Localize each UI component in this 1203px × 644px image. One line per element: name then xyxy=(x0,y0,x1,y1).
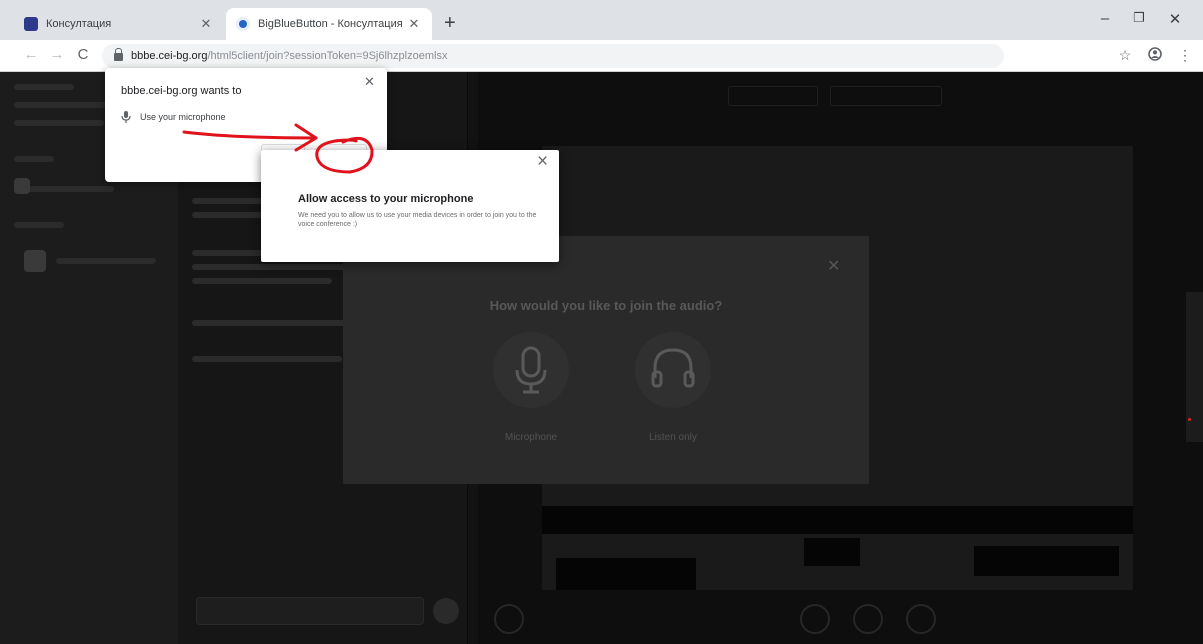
tab-close-icon[interactable]: ✕ xyxy=(406,16,422,32)
recording-indicator[interactable] xyxy=(728,86,818,106)
avatar[interactable] xyxy=(24,250,46,272)
site-favicon-icon xyxy=(24,17,38,31)
maximize-button[interactable]: ❐ xyxy=(1129,10,1149,26)
microphone-icon xyxy=(515,346,547,394)
close-icon[interactable]: × xyxy=(537,151,548,173)
permission-prompt-title: bbbe.cei-bg.org wants to xyxy=(121,85,242,97)
chat-message-input[interactable] xyxy=(196,597,424,625)
forward-arrow-icon[interactable]: → xyxy=(48,46,66,63)
listen-only-option-button[interactable] xyxy=(635,332,711,408)
bookmark-star-icon[interactable]: ☆ xyxy=(1116,47,1134,64)
status-dot xyxy=(1188,418,1191,421)
tab-bigbluebutton[interactable]: BigBlueButton - Консултация ✕ xyxy=(226,8,432,40)
microphone-access-body: We need you to allow us to use your medi… xyxy=(298,212,537,228)
microphone-access-title: Allow access to your microphone xyxy=(298,193,474,205)
avatar[interactable] xyxy=(14,178,30,194)
actions-button[interactable] xyxy=(494,604,524,634)
close-icon[interactable]: ✕ xyxy=(364,74,375,90)
tab-title: BigBlueButton - Консултация xyxy=(258,18,403,30)
send-message-button[interactable] xyxy=(433,598,459,624)
video-button[interactable] xyxy=(853,604,883,634)
microphone-option-button[interactable] xyxy=(493,332,569,408)
window-close-button[interactable]: ✕ xyxy=(1165,10,1185,28)
tab-close-icon[interactable]: ✕ xyxy=(198,16,214,32)
audio-button[interactable] xyxy=(800,604,830,634)
microphone-access-dialog: × Allow access to your microphone We nee… xyxy=(261,150,559,262)
modal-close-icon[interactable]: ✕ xyxy=(827,256,840,276)
audio-modal-title: How would you like to join the audio? xyxy=(489,298,723,313)
join-audio-modal: ✕ How would you like to join the audio? … xyxy=(343,236,869,484)
new-tab-button[interactable]: + xyxy=(444,12,456,35)
bigbluebutton-favicon-icon xyxy=(236,17,250,31)
permission-microphone-label: Use your microphone xyxy=(140,112,226,122)
listen-only-option-label: Listen only xyxy=(649,432,697,443)
minimize-button[interactable]: – xyxy=(1095,10,1115,27)
headphones-icon xyxy=(651,348,695,388)
microphone-icon xyxy=(121,110,131,128)
microphone-option-label: Microphone xyxy=(504,432,558,443)
tab-konsultatsiya[interactable]: Консултация ✕ xyxy=(14,8,224,40)
url-path: /html5client/join?sessionToken=9Sj6lhzpl… xyxy=(207,50,448,62)
back-arrow-icon[interactable]: ← xyxy=(22,46,40,63)
menu-kebab-icon[interactable]: ⋮ xyxy=(1176,47,1194,64)
lock-icon[interactable] xyxy=(114,48,123,61)
url-host: bbbe.cei-bg.org xyxy=(131,50,208,62)
address-bar[interactable]: bbbe.cei-bg.org/html5client/join?session… xyxy=(102,44,1004,68)
tab-strip: Консултация ✕ BigBlueButton - Консултаци… xyxy=(0,0,1203,40)
reload-icon[interactable]: C xyxy=(74,46,92,63)
screenshare-button[interactable] xyxy=(906,604,936,634)
session-timer[interactable] xyxy=(830,86,942,106)
profile-icon[interactable] xyxy=(1146,47,1164,64)
tab-title: Консултация xyxy=(46,18,112,30)
